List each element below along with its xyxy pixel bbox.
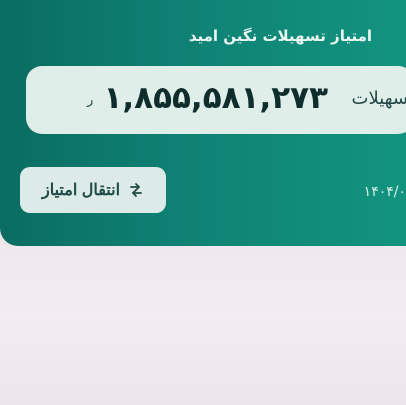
- transfer-points-button[interactable]: انتقال امتیاز: [20, 167, 166, 213]
- loan-points-card: امتیاز تسهیلات نگین امید تسهیلات ۱,۸۵۵,۵…: [0, 0, 406, 246]
- transfer-points-label: انتقال امتیاز: [41, 182, 121, 199]
- app-screen: امتیاز تسهیلات نگین امید تسهیلات ۱,۸۵۵,۵…: [0, 0, 406, 405]
- balance-label: تسهیلات: [351, 88, 406, 109]
- date-text: ۱۴۰۴/۰: [363, 184, 406, 200]
- currency-label: ر: [87, 93, 94, 108]
- loan-balance-panel: تسهیلات ۱,۸۵۵,۵۸۱,۲۷۳ ر: [26, 66, 406, 134]
- empty-content-area: [0, 246, 406, 405]
- card-title: امتیاز تسهیلات نگین امید: [188, 27, 372, 45]
- balance-value: ۱,۸۵۵,۵۸۱,۲۷۳: [103, 80, 328, 116]
- transfer-icon: [128, 182, 144, 198]
